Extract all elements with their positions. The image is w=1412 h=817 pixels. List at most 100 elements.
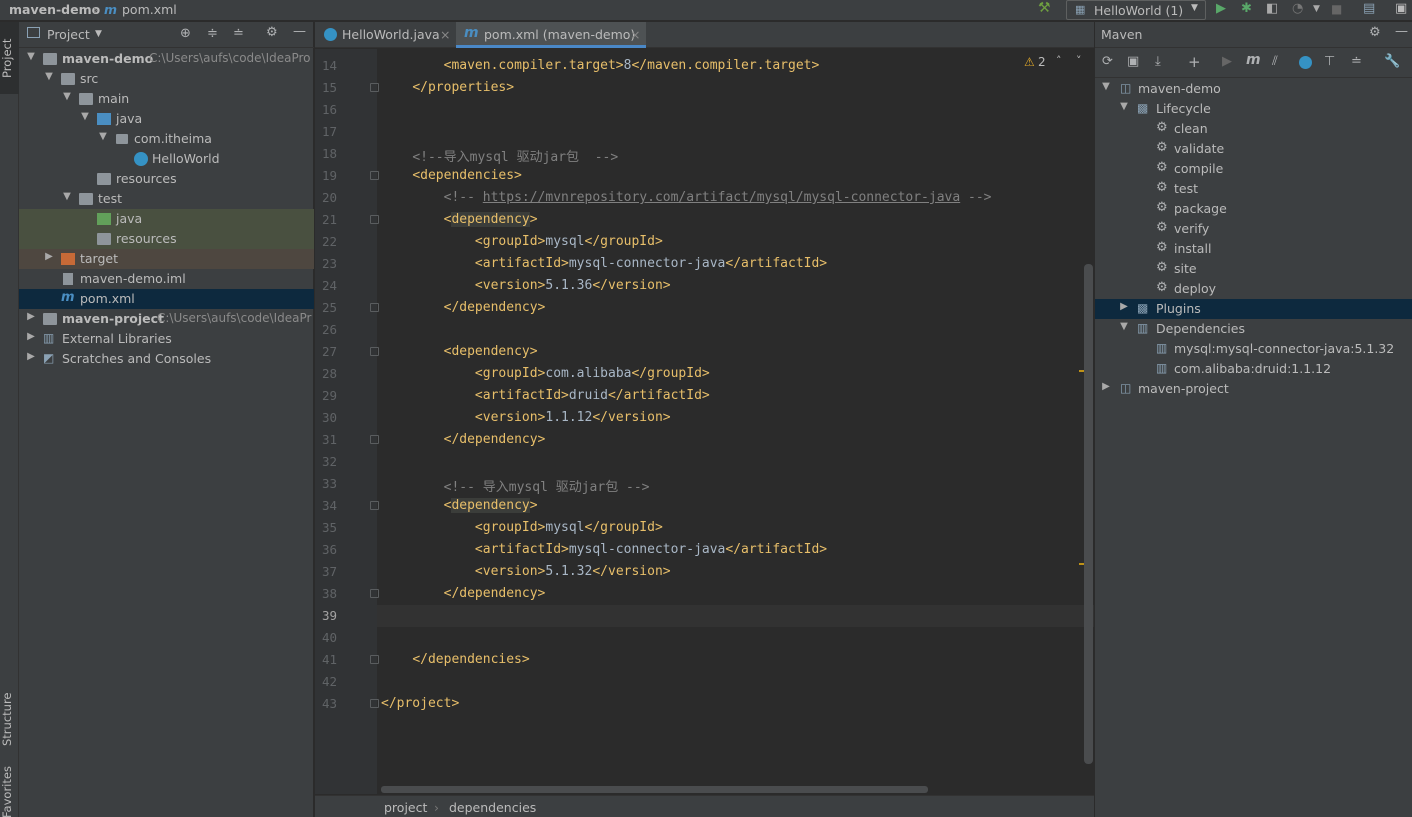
vertical-scrollbar[interactable]	[1084, 264, 1093, 764]
close-icon[interactable]: ×	[630, 27, 640, 42]
code-line-38[interactable]: </dependency>	[381, 586, 546, 601]
reload-icon[interactable]: ⟳	[1102, 54, 1113, 69]
fold-marker[interactable]	[370, 303, 379, 312]
code-line-37[interactable]: <version>5.1.32</version>	[381, 564, 671, 579]
debug-icon[interactable]: ✱	[1241, 1, 1252, 16]
breadcrumb-project[interactable]: maven-demo	[9, 2, 100, 17]
tab-helloworld[interactable]: HelloWorld.java ×	[315, 22, 455, 48]
code-line-34[interactable]: <dependency>	[381, 498, 538, 513]
fold-marker[interactable]	[370, 699, 379, 708]
maven-project-maven-demo[interactable]: ▼ ◫ maven-demo	[1095, 79, 1412, 99]
code-line-15[interactable]: </properties>	[381, 80, 514, 95]
maven-project-maven-project[interactable]: ▶ ◫ maven-project	[1095, 379, 1412, 399]
maven-goal-verify[interactable]: ⚙ verify	[1095, 219, 1412, 239]
project-tab-active[interactable]: Project	[0, 22, 19, 94]
code-line-21[interactable]: <dependency>	[381, 212, 538, 227]
code-line-18[interactable]: <!--导入mysql 驱动jar包 -->	[381, 146, 618, 165]
tree-item-resources[interactable]: resources	[19, 169, 314, 189]
coverage-icon[interactable]: ◧	[1266, 1, 1278, 16]
code-line-19[interactable]: <dependencies>	[381, 168, 522, 183]
stop-icon[interactable]: ■	[1331, 2, 1342, 16]
maven-lifecycle[interactable]: ▼ ▩ Lifecycle	[1095, 99, 1412, 119]
download-icon[interactable]: ⤓	[1155, 54, 1161, 69]
tree-item-target[interactable]: ▶ target	[19, 249, 314, 269]
project-view-title[interactable]: Project	[47, 27, 90, 42]
code-line-33[interactable]: <!-- 导入mysql 驱动jar包 -->	[381, 476, 650, 495]
code-line-43[interactable]: </project>	[381, 696, 459, 711]
maven-dependency-item[interactable]: ▥ com.alibaba:druid:1.1.12	[1095, 359, 1412, 379]
wrench-icon[interactable]: 🔧	[1384, 54, 1400, 69]
run-config-selector[interactable]: ▦ HelloWorld (1) ▼	[1066, 0, 1206, 20]
code-line-20[interactable]: <!-- https://mvnrepository.com/artifact/…	[381, 190, 992, 205]
tree-item-main[interactable]: ▼ main	[19, 89, 314, 109]
tree-item-package[interactable]: ▼ com.itheima	[19, 129, 314, 149]
fold-marker[interactable]	[370, 435, 379, 444]
code-line-27[interactable]: <dependency>	[381, 344, 538, 359]
hide-icon[interactable]: —	[1395, 24, 1408, 39]
tree-item-test[interactable]: ▼ test	[19, 189, 314, 209]
code-line-24[interactable]: <version>5.1.36</version>	[381, 278, 671, 293]
show-dependencies-icon[interactable]: ⊤	[1324, 54, 1335, 69]
tree-item-test-resources[interactable]: resources	[19, 229, 314, 249]
maven-dependencies[interactable]: ▼ ▥ Dependencies	[1095, 319, 1412, 339]
structure-tool-tab[interactable]: Structure	[0, 684, 19, 754]
tree-item-maven-project[interactable]: ▶ maven-project C:\Users\aufs\code\IdeaP…	[19, 309, 314, 329]
code-line-29[interactable]: <artifactId>druid</artifactId>	[381, 388, 710, 403]
tree-item-scratches[interactable]: ▶ ◩ Scratches and Consoles	[19, 349, 314, 369]
maven-goal-test[interactable]: ⚙ test	[1095, 179, 1412, 199]
fold-marker[interactable]	[370, 347, 379, 356]
run-icon[interactable]: ▶	[1216, 1, 1226, 16]
collapse-all-icon[interactable]: ≐	[233, 26, 244, 41]
favorites-tool-tab[interactable]: Favorites	[0, 764, 19, 817]
build-hammer-icon[interactable]: ⚒	[1038, 0, 1051, 16]
profile-icon[interactable]: ◔	[1292, 1, 1303, 16]
close-icon[interactable]: ×	[440, 27, 450, 42]
maven-dependency-item[interactable]: ▥ mysql:mysql-connector-java:5.1.32	[1095, 339, 1412, 359]
fold-marker[interactable]	[370, 171, 379, 180]
fold-marker[interactable]	[370, 655, 379, 664]
hide-icon[interactable]: —	[293, 24, 306, 39]
chevron-down-icon[interactable]: ▼	[95, 29, 102, 39]
fold-marker[interactable]	[370, 501, 379, 510]
tree-item-helloworld[interactable]: HelloWorld	[19, 149, 314, 169]
maven-plugins[interactable]: ▶ ▩ Plugins	[1095, 299, 1412, 319]
gear-icon[interactable]: ⚙	[266, 25, 278, 40]
warning-icon[interactable]: ⚠	[1024, 55, 1035, 69]
code-line-30[interactable]: <version>1.1.12</version>	[381, 410, 671, 425]
run-icon[interactable]: ▶	[1222, 54, 1232, 69]
chevron-down-icon[interactable]: ˅	[1076, 54, 1082, 67]
tree-item-maven-demo[interactable]: ▼ maven-demo C:\Users\aufs\code\IdeaPro	[19, 49, 314, 69]
tree-item-external-libraries[interactable]: ▶ ▥ External Libraries	[19, 329, 314, 349]
code-line-36[interactable]: <artifactId>mysql-connector-java</artifa…	[381, 542, 827, 557]
execute-goal-icon[interactable]: m	[1246, 52, 1261, 68]
fold-marker[interactable]	[370, 215, 379, 224]
breadcrumb-project-tag[interactable]: project	[384, 800, 427, 815]
maven-goal-install[interactable]: ⚙ install	[1095, 239, 1412, 259]
tree-item-test-java[interactable]: java	[19, 209, 314, 229]
maven-goal-compile[interactable]: ⚙ compile	[1095, 159, 1412, 179]
code-line-35[interactable]: <groupId>mysql</groupId>	[381, 520, 663, 535]
code-line-23[interactable]: <artifactId>mysql-connector-java</artifa…	[381, 256, 827, 271]
fold-marker[interactable]	[370, 589, 379, 598]
expand-all-icon[interactable]: ≑	[207, 26, 218, 41]
horizontal-scrollbar[interactable]	[381, 786, 928, 793]
search-everywhere-icon[interactable]: ▣	[1395, 1, 1407, 16]
maven-goal-package[interactable]: ⚙ package	[1095, 199, 1412, 219]
toggle-offline-icon[interactable]: ⫽	[1272, 54, 1278, 69]
skip-tests-icon[interactable]	[1299, 56, 1312, 69]
collapse-all-icon[interactable]: ≐	[1351, 54, 1362, 69]
locate-icon[interactable]: ⊕	[180, 26, 191, 41]
maven-goal-site[interactable]: ⚙ site	[1095, 259, 1412, 279]
code-line-25[interactable]: </dependency>	[381, 300, 546, 315]
tree-item-java[interactable]: ▼ java	[19, 109, 314, 129]
code-line-31[interactable]: </dependency>	[381, 432, 546, 447]
tab-pom[interactable]: m pom.xml (maven-demo) ×	[456, 22, 646, 48]
tree-item-pom[interactable]: m pom.xml	[19, 289, 314, 309]
project-structure-icon[interactable]: ▤	[1363, 1, 1375, 16]
generate-sources-icon[interactable]: ▣	[1127, 54, 1139, 69]
code-line-22[interactable]: <groupId>mysql</groupId>	[381, 234, 663, 249]
more-run-icon[interactable]: ▼	[1313, 4, 1320, 14]
breadcrumb-file[interactable]: pom.xml	[122, 2, 177, 17]
code-line-41[interactable]: </dependencies>	[381, 652, 529, 667]
gear-icon[interactable]: ⚙	[1369, 25, 1381, 40]
